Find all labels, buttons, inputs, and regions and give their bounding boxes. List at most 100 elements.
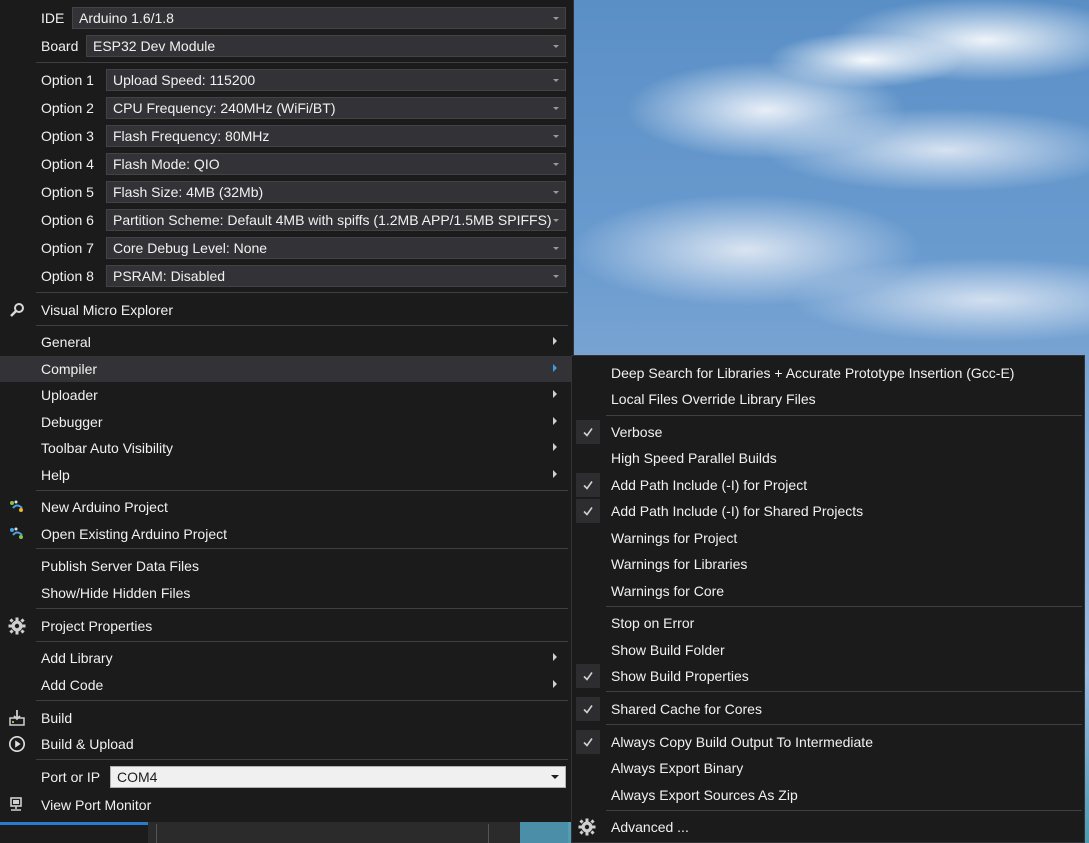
submenu-item-shared-cache[interactable]: Shared Cache for Cores xyxy=(572,696,1084,722)
new-arduino-project-item[interactable]: New Arduino Project xyxy=(0,494,572,520)
chevron-right-icon xyxy=(553,417,557,425)
view-port-monitor-item[interactable]: View Port Monitor xyxy=(0,792,572,818)
ide-dropdown[interactable]: Arduino 1.6/1.8 xyxy=(72,7,566,29)
option-dropdown[interactable]: Partition Scheme: Default 4MB with spiff… xyxy=(106,209,566,231)
menu-separator xyxy=(36,608,568,609)
submenu-item-deep-search[interactable]: Deep Search for Libraries + Accurate Pro… xyxy=(572,360,1084,386)
menu-separator xyxy=(36,759,568,760)
submenu-item-verbose[interactable]: Verbose xyxy=(572,419,1084,445)
add-library-item[interactable]: Add Library xyxy=(0,645,572,671)
check-icon xyxy=(576,697,600,721)
menu-item-label: Add Code xyxy=(41,677,104,693)
chevron-right-icon xyxy=(553,653,557,661)
menu-separator xyxy=(606,415,1082,416)
menu-separator xyxy=(36,641,568,642)
option-row: Option 7 Core Debug Level: None xyxy=(0,234,572,262)
chevron-down-icon xyxy=(553,219,559,222)
port-value: COM4 xyxy=(117,769,158,785)
menu-item-label: Debugger xyxy=(41,414,103,430)
submenu-item-label: Warnings for Libraries xyxy=(611,556,748,572)
submenu-item-always-copy-build-output[interactable]: Always Copy Build Output To Intermediate xyxy=(572,729,1084,755)
submenu-item-label: Local Files Override Library Files xyxy=(611,391,816,407)
menu-item-uploader[interactable]: Uploader xyxy=(0,382,572,408)
monitor-icon xyxy=(8,796,26,814)
submenu-item-always-export-binary[interactable]: Always Export Binary xyxy=(572,755,1084,781)
build-icon xyxy=(8,709,26,727)
submenu-item-add-path-project[interactable]: Add Path Include (-I) for Project xyxy=(572,472,1084,498)
option-dropdown[interactable]: CPU Frequency: 240MHz (WiFi/BT) xyxy=(106,97,566,119)
option-label: Option 3 xyxy=(41,128,94,144)
menu-item-debugger[interactable]: Debugger xyxy=(0,409,572,435)
chevron-right-icon xyxy=(553,364,557,372)
menu-item-label: Toolbar Auto Visibility xyxy=(41,440,174,456)
build-upload-item[interactable]: Build & Upload xyxy=(0,731,572,757)
magnifier-icon xyxy=(8,301,26,319)
option-value: Flash Frequency: 80MHz xyxy=(113,128,270,144)
option-row: Option 4 Flash Mode: QIO xyxy=(0,150,572,178)
menu-item-compiler[interactable]: Compiler xyxy=(0,356,572,382)
open-existing-project-item[interactable]: Open Existing Arduino Project xyxy=(0,521,572,547)
menu-item-toolbar-auto-visibility[interactable]: Toolbar Auto Visibility xyxy=(0,435,572,461)
menu-separator xyxy=(606,810,1082,811)
option-dropdown[interactable]: Upload Speed: 115200 xyxy=(106,69,566,91)
port-dropdown[interactable]: COM4 xyxy=(110,766,566,788)
chevron-down-icon xyxy=(553,45,559,48)
submenu-item-warnings-core[interactable]: Warnings for Core xyxy=(572,578,1084,604)
submenu-item-always-export-zip[interactable]: Always Export Sources As Zip xyxy=(572,782,1084,808)
port-row: Port or IP COM4 xyxy=(0,763,572,791)
submenu-item-label: Always Export Binary xyxy=(611,760,744,776)
option-dropdown[interactable]: PSRAM: Disabled xyxy=(106,265,566,287)
submenu-item-stop-on-error[interactable]: Stop on Error xyxy=(572,610,1084,636)
submenu-item-label: Show Build Properties xyxy=(611,668,749,684)
add-code-item[interactable]: Add Code xyxy=(0,672,572,698)
menu-item-label: Open Existing Arduino Project xyxy=(41,526,227,542)
check-icon xyxy=(576,473,600,497)
visual-micro-explorer-item[interactable]: Visual Micro Explorer xyxy=(0,297,572,323)
gear-icon xyxy=(8,617,26,635)
publish-server-data-item[interactable]: Publish Server Data Files xyxy=(0,553,572,579)
board-dropdown[interactable]: ESP32 Dev Module xyxy=(86,35,566,57)
submenu-item-show-build-folder[interactable]: Show Build Folder xyxy=(572,637,1084,663)
play-circle-icon xyxy=(8,735,26,753)
submenu-item-warnings-libraries[interactable]: Warnings for Libraries xyxy=(572,551,1084,577)
menu-item-label: View Port Monitor xyxy=(41,797,152,813)
check-icon xyxy=(576,664,600,688)
submenu-item-show-build-properties[interactable]: Show Build Properties xyxy=(572,663,1084,689)
submenu-item-label: Always Export Sources As Zip xyxy=(611,787,798,803)
option-dropdown[interactable]: Flash Frequency: 80MHz xyxy=(106,125,566,147)
submenu-item-label: Stop on Error xyxy=(611,615,695,631)
port-label: Port or IP xyxy=(41,769,101,785)
menu-item-label: Project Properties xyxy=(41,618,153,634)
menu-item-label: Add Library xyxy=(41,650,113,666)
taskbar-divider xyxy=(156,824,157,843)
option-label: Option 4 xyxy=(41,156,94,172)
option-value: Upload Speed: 115200 xyxy=(113,72,256,88)
option-dropdown[interactable]: Flash Size: 4MB (32Mb) xyxy=(106,181,566,203)
show-hide-hidden-files-item[interactable]: Show/Hide Hidden Files xyxy=(0,580,572,606)
project-properties-item[interactable]: Project Properties xyxy=(0,613,572,639)
option-row: Option 2 CPU Frequency: 240MHz (WiFi/BT) xyxy=(0,94,572,122)
chevron-down-icon xyxy=(553,275,559,278)
chevron-right-icon xyxy=(553,337,557,345)
menu-item-label: Show/Hide Hidden Files xyxy=(41,585,191,601)
submenu-item-high-speed-parallel[interactable]: High Speed Parallel Builds xyxy=(572,445,1084,471)
submenu-item-label: Deep Search for Libraries + Accurate Pro… xyxy=(611,365,1015,381)
option-value: Partition Scheme: Default 4MB with spiff… xyxy=(113,212,552,228)
submenu-item-advanced[interactable]: Advanced ... xyxy=(572,814,1084,840)
menu-item-help[interactable]: Help xyxy=(0,462,572,488)
board-value: ESP32 Dev Module xyxy=(93,38,216,54)
option-dropdown[interactable]: Flash Mode: QIO xyxy=(106,153,566,175)
build-item[interactable]: Build xyxy=(0,705,572,731)
option-row: Option 5 Flash Size: 4MB (32Mb) xyxy=(0,178,572,206)
submenu-item-label: Advanced ... xyxy=(611,819,689,835)
menu-item-general[interactable]: General xyxy=(0,329,572,355)
option-value: PSRAM: Disabled xyxy=(113,268,226,284)
ide-row: IDE Arduino 1.6/1.8 xyxy=(0,4,572,32)
option-dropdown[interactable]: Core Debug Level: None xyxy=(106,237,566,259)
visual-micro-menu: IDE Arduino 1.6/1.8 Board ESP32 Dev Modu… xyxy=(0,0,574,822)
submenu-item-add-path-shared[interactable]: Add Path Include (-I) for Shared Project… xyxy=(572,498,1084,524)
submenu-item-warnings-project[interactable]: Warnings for Project xyxy=(572,525,1084,551)
option-value: Core Debug Level: None xyxy=(113,240,268,256)
submenu-item-local-files-override[interactable]: Local Files Override Library Files xyxy=(572,386,1084,412)
compiler-submenu: Deep Search for Libraries + Accurate Pro… xyxy=(571,355,1085,843)
